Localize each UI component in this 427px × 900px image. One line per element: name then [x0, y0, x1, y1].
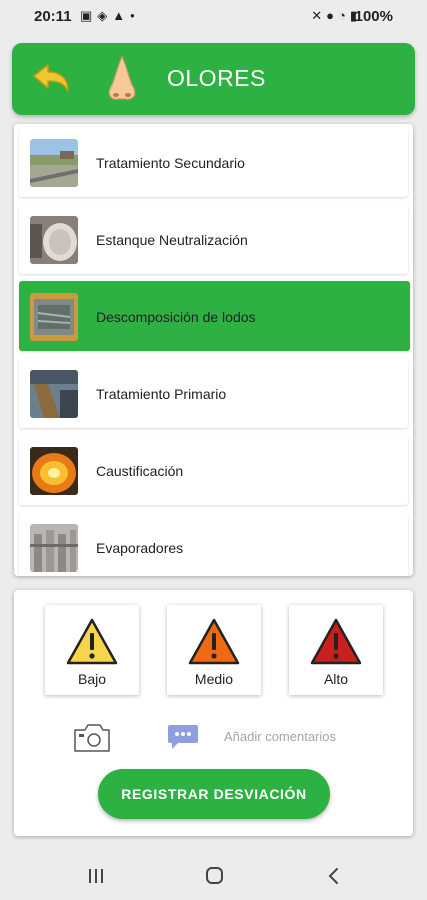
- mute-icon: ✕: [311, 8, 327, 23]
- dot-icon: •: [130, 8, 140, 23]
- nose-icon: [100, 55, 144, 105]
- list-item-label: Tratamiento Secundario: [96, 155, 245, 171]
- header-bar: OLORES: [12, 43, 415, 115]
- risk-low-button[interactable]: Bajo: [45, 605, 139, 695]
- back-arrow-icon: [33, 64, 69, 92]
- battery-level: 100%: [354, 8, 393, 25]
- status-left-icons: ▣◈▲•: [80, 8, 140, 24]
- list-item-label: Tratamiento Primario: [96, 386, 227, 402]
- camera-button[interactable]: [72, 720, 112, 754]
- descomposicion-de-lodos-thumbnail: [30, 293, 78, 341]
- tratamiento-secundario-thumbnail: [30, 139, 78, 187]
- list-item-evaporadores[interactable]: Evaporadores: [19, 512, 408, 576]
- register-deviation-button[interactable]: REGISTRAR DESVIACIÓN: [98, 769, 330, 819]
- location-icon: ◈: [97, 8, 113, 23]
- page-title: OLORES: [167, 65, 266, 91]
- location-pin-icon: ●: [326, 8, 338, 23]
- chevron-left-icon: [328, 868, 338, 884]
- list-item-tratamiento-secundario[interactable]: Tratamiento Secundario: [19, 127, 408, 197]
- home-icon: [206, 867, 223, 884]
- risk-high-label: Alto: [323, 671, 349, 687]
- list-item-label: Estanque Neutralización: [96, 232, 248, 248]
- list-item-tratamiento-primario[interactable]: Tratamiento Primario: [19, 358, 408, 428]
- risk-medium-label: Medio: [194, 671, 234, 687]
- evaporadores-thumbnail: [30, 524, 78, 572]
- recent-apps-button[interactable]: [81, 864, 111, 888]
- risk-high-button[interactable]: Alto: [289, 605, 383, 695]
- risk-panel: Bajo Medio Alto REGISTR: [14, 590, 413, 836]
- tratamiento-primario-thumbnail: [30, 370, 78, 418]
- nav-back-button[interactable]: [319, 864, 349, 888]
- risk-medium-button[interactable]: Medio: [167, 605, 261, 695]
- status-time: 20:11: [34, 8, 72, 25]
- status-bar: 20:11 ▣◈▲• ✕●◔▮ 100%: [0, 0, 427, 34]
- list-item-label: Evaporadores: [96, 540, 184, 556]
- system-nav-bar: [0, 852, 427, 900]
- recent-apps-icon: [89, 869, 103, 883]
- list-item-label: Descomposición de lodos: [96, 309, 256, 325]
- list-item-descomposicion-de-lodos[interactable]: Descomposición de lodos: [19, 281, 410, 351]
- warning-high-icon: [310, 618, 362, 665]
- area-list: Tratamiento Secundario Estanque Neutrali…: [14, 124, 413, 576]
- estanque-neutralizacion-thumbnail: [30, 216, 78, 264]
- chat-icon: [166, 721, 200, 751]
- risk-low-label: Bajo: [77, 671, 107, 687]
- home-button[interactable]: [199, 864, 229, 888]
- comment-input[interactable]: [224, 724, 404, 748]
- back-button[interactable]: [28, 59, 72, 99]
- caustificacion-thumbnail: [30, 447, 78, 495]
- warning-icon: ▲: [112, 8, 131, 23]
- warning-low-icon: [66, 618, 118, 665]
- wifi-icon: ◔: [337, 8, 350, 23]
- list-item-caustificacion[interactable]: Caustificación: [19, 435, 408, 505]
- list-item-estanque-neutralizacion[interactable]: Estanque Neutralización: [19, 204, 408, 274]
- camera-icon: [74, 724, 110, 752]
- warning-medium-icon: [188, 618, 240, 665]
- list-item-label: Caustificación: [96, 463, 184, 479]
- image-icon: ▣: [80, 8, 98, 23]
- status-right-icons: ✕●◔▮: [311, 8, 361, 24]
